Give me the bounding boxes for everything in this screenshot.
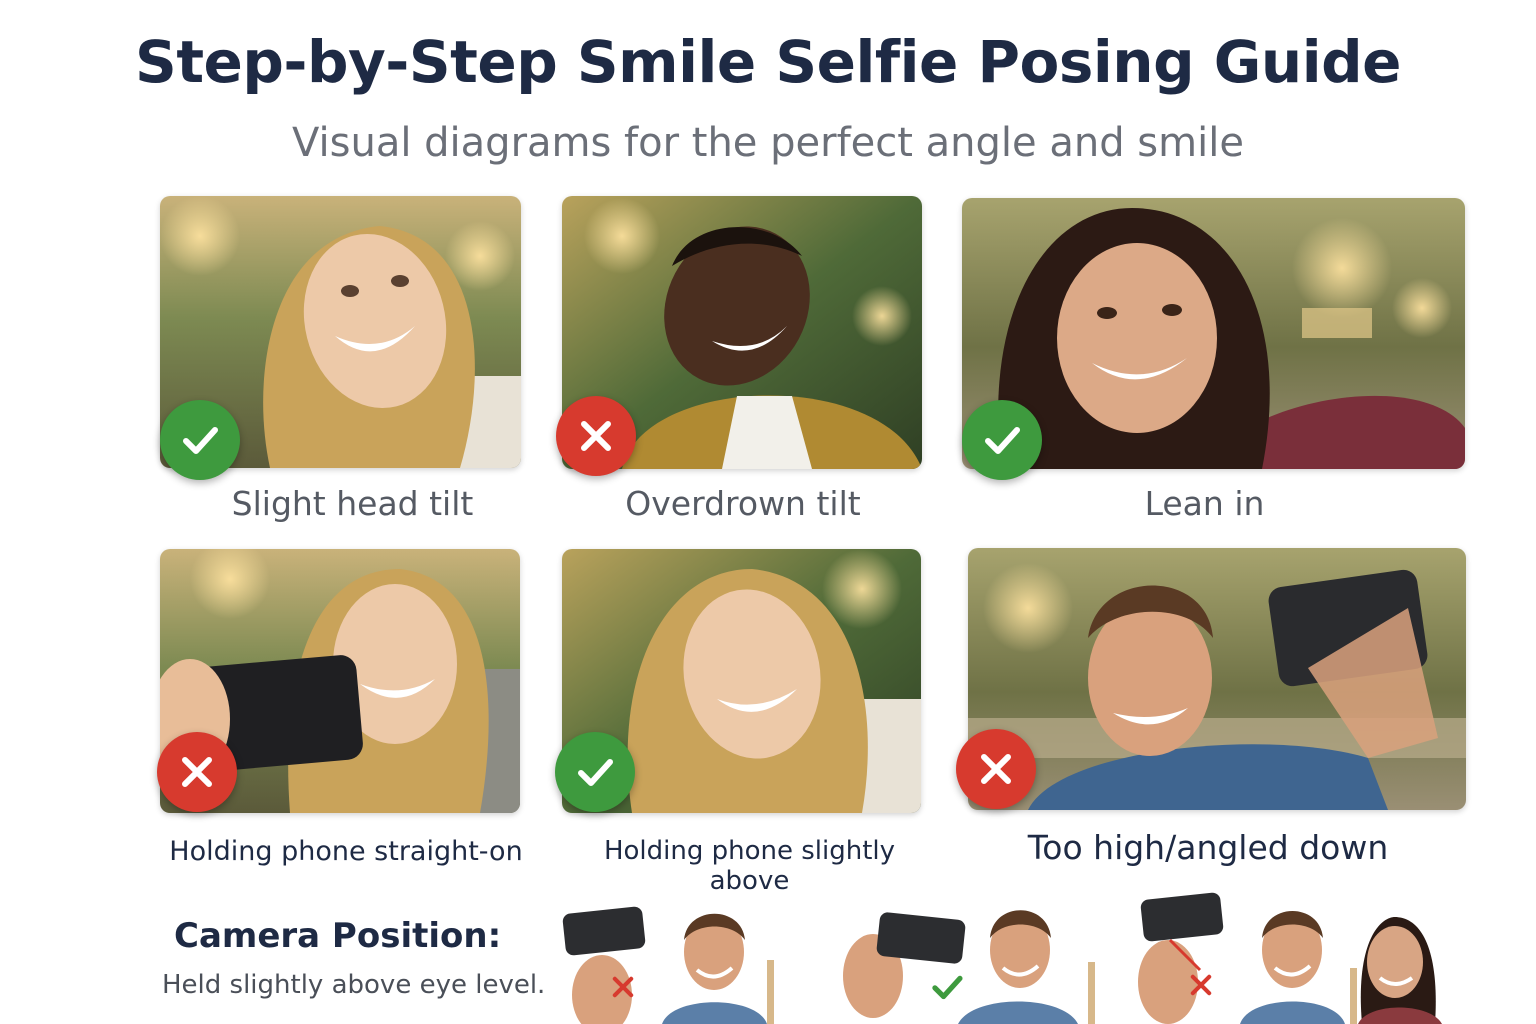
check-icon xyxy=(985,427,1020,454)
cross-icon xyxy=(581,421,611,451)
check-icon xyxy=(932,975,963,1000)
page-title: Step-by-Step Smile Selfie Posing Guide xyxy=(135,28,1401,96)
pose-caption: Overdrown tilt xyxy=(625,484,861,523)
cross-icon xyxy=(612,976,634,998)
pose-caption: Slight head tilt xyxy=(231,484,474,523)
pose-caption: Too high/angled down xyxy=(1027,828,1389,867)
check-badge xyxy=(160,400,240,480)
pose-photo-too-high xyxy=(968,548,1466,810)
camera-diagram-too-high xyxy=(1130,892,1470,1024)
camera-diagram-slightly-above xyxy=(838,896,1098,1024)
cross-icon xyxy=(981,754,1011,784)
page-subtitle: Visual diagrams for the perfect angle an… xyxy=(292,120,1244,166)
cross-badge xyxy=(157,732,237,812)
check-icon xyxy=(183,427,218,454)
pose-caption: Holding phone straight-on xyxy=(169,836,523,867)
camera-position-description: Held slightly above eye level. xyxy=(162,970,546,1000)
cross-icon xyxy=(182,757,212,787)
cross-badge xyxy=(556,396,636,476)
pose-caption: Lean in xyxy=(1144,484,1265,523)
pose-caption: Holding phone slightly above xyxy=(603,836,896,896)
camera-diagram-low xyxy=(552,900,802,1024)
cross-icon xyxy=(1190,974,1212,996)
check-badge xyxy=(555,732,635,812)
check-badge xyxy=(962,400,1042,480)
check-icon xyxy=(578,759,613,786)
cross-badge xyxy=(956,729,1036,809)
camera-position-heading: Camera Position: xyxy=(174,916,502,956)
